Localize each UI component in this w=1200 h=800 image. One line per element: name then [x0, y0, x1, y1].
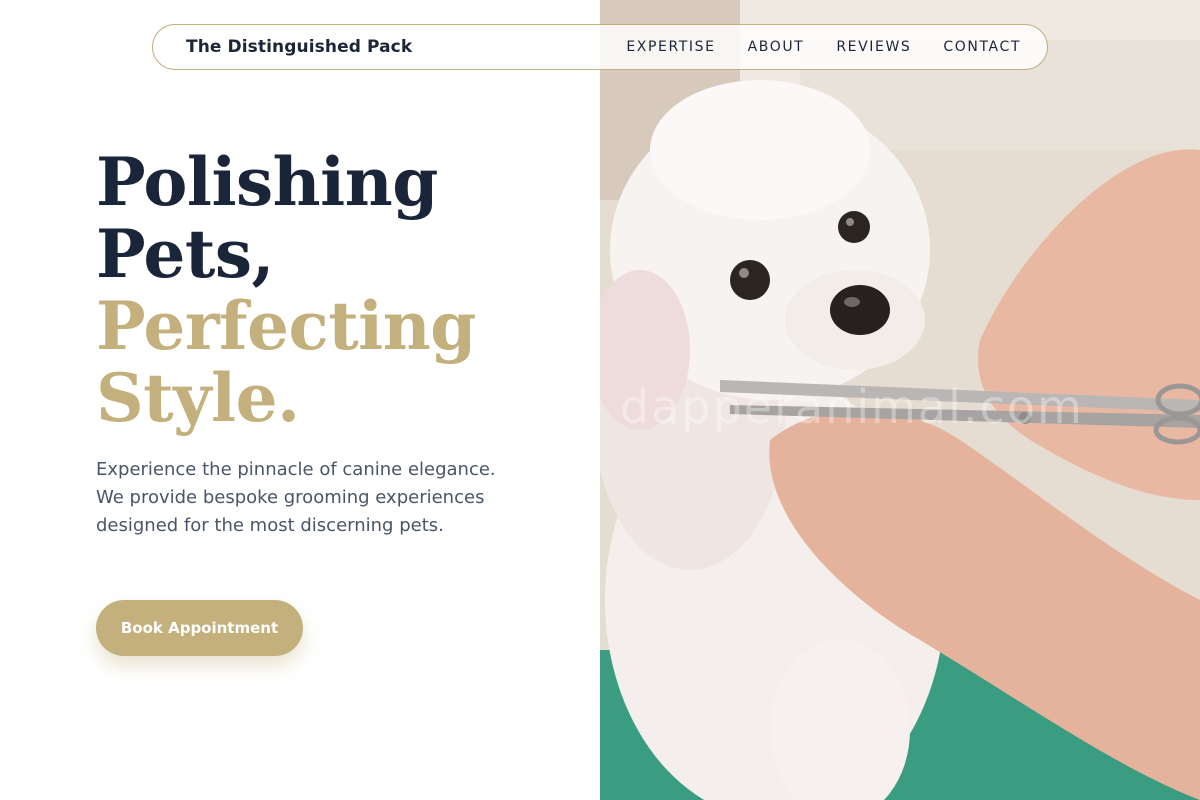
nav-link-reviews[interactable]: REVIEWS	[836, 39, 911, 55]
hero-section: Polishing Pets, Perfecting Style. Experi…	[96, 146, 576, 540]
nav-menu: EXPERTISE ABOUT REVIEWS CONTACT	[626, 39, 1021, 55]
nav-link-about[interactable]: ABOUT	[748, 39, 805, 55]
nav-link-contact[interactable]: CONTACT	[943, 39, 1021, 55]
headline-line-1: Polishing	[96, 143, 438, 221]
nav-link-expertise[interactable]: EXPERTISE	[626, 39, 715, 55]
headline-line-4: Style.	[96, 359, 300, 437]
photo-watermark: dapperanimal.com	[620, 380, 1084, 434]
hero-description: Experience the pinnacle of canine elegan…	[96, 459, 496, 536]
hero-headline: Polishing Pets, Perfecting Style.	[96, 146, 576, 434]
book-appointment-button[interactable]: Book Appointment	[96, 600, 303, 656]
top-navigation: The Distinguished Pack EXPERTISE ABOUT R…	[152, 24, 1048, 70]
headline-line-2: Pets,	[96, 215, 274, 293]
brand-name[interactable]: The Distinguished Pack	[186, 37, 412, 57]
headline-line-3: Perfecting	[96, 287, 476, 365]
